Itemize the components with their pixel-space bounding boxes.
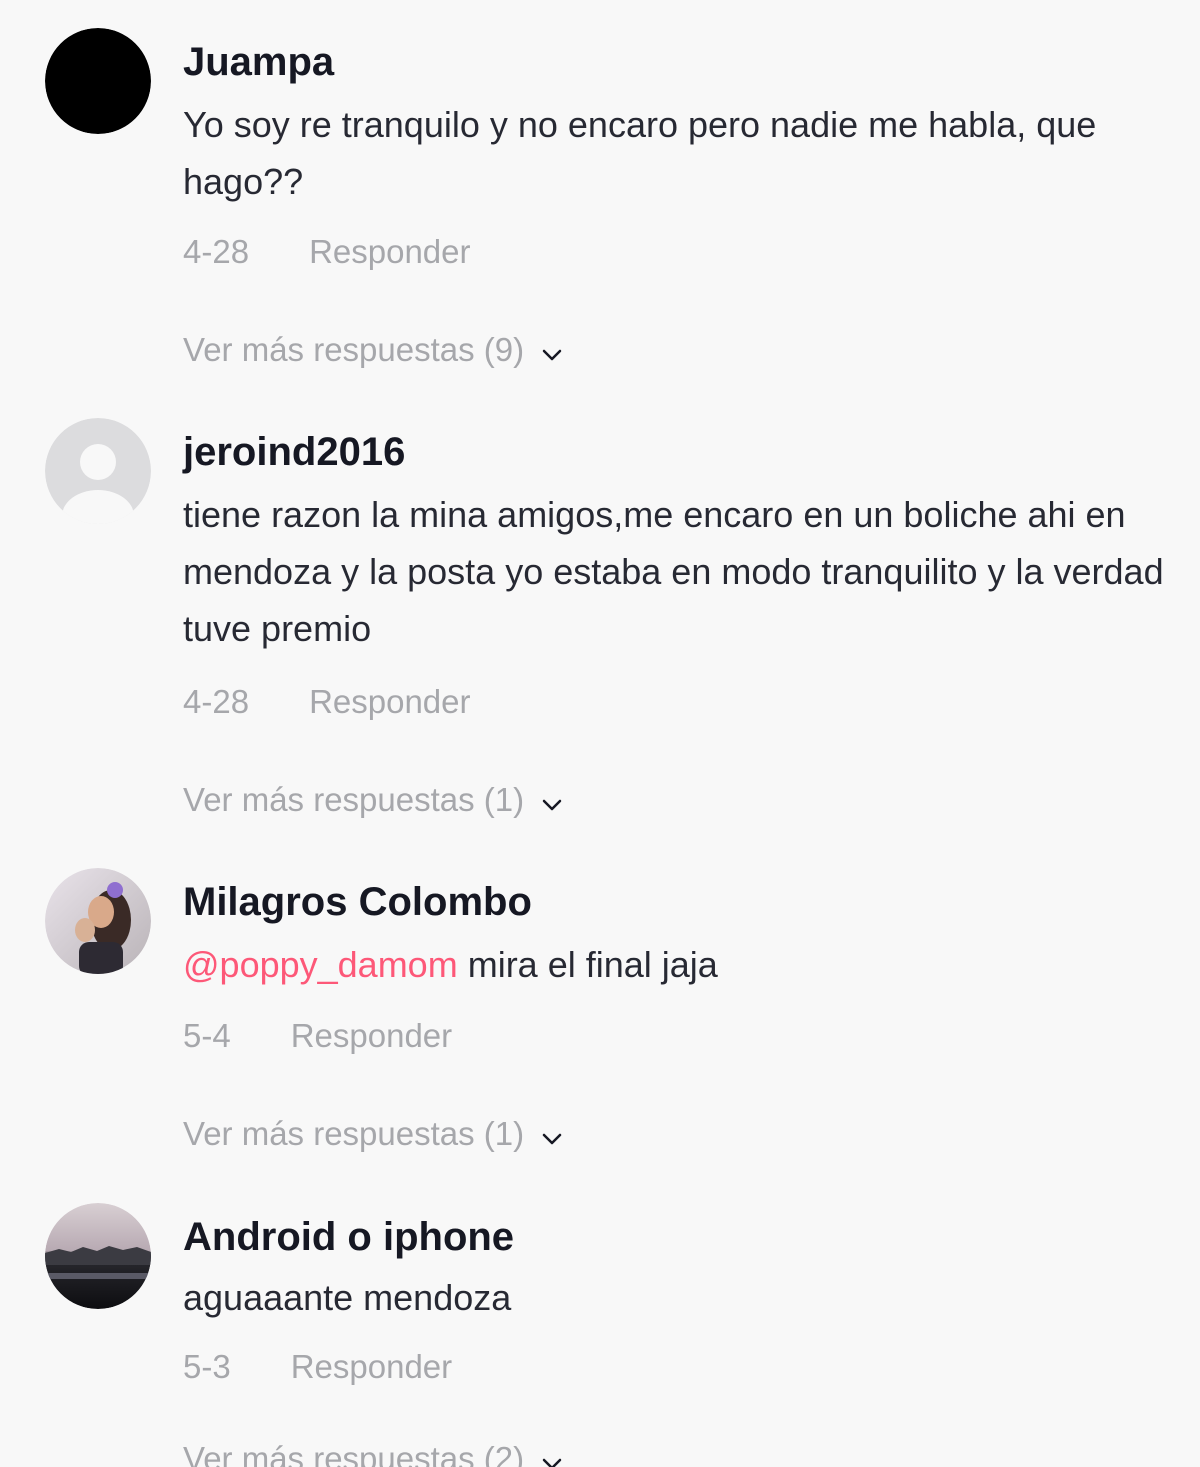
reply-button[interactable]: Responder bbox=[309, 232, 470, 272]
comment-date: 4-28 bbox=[183, 233, 250, 270]
comment-list: Juampa Yo soy re tranquilo y no encaro p… bbox=[0, 0, 1200, 1467]
avatar-black-image bbox=[45, 28, 151, 134]
comment-text: tiene razon la mina amigos,me encaro en … bbox=[183, 494, 1164, 649]
comment-username[interactable]: jeroind2016 bbox=[183, 428, 405, 476]
view-more-replies-label: Ver más respuestas (9) bbox=[183, 331, 525, 368]
chevron-down-icon bbox=[540, 782, 564, 822]
mention-link[interactable]: @poppy_damom bbox=[183, 944, 458, 985]
comment-meta: 4-28 Responder bbox=[183, 682, 471, 722]
comment-meta: 4-28 Responder bbox=[183, 232, 471, 272]
comment-text: @poppy_damom mira el final jaja bbox=[183, 936, 1173, 993]
default-user-icon bbox=[45, 418, 151, 524]
chevron-down-icon bbox=[540, 332, 564, 372]
comment-text-content: mira el final jaja bbox=[457, 944, 718, 985]
view-more-replies-button[interactable]: Ver más respuestas (1) bbox=[183, 780, 564, 822]
avatar[interactable] bbox=[45, 418, 151, 524]
view-more-replies-label: Ver más respuestas (1) bbox=[183, 1115, 525, 1152]
avatar-photo-image bbox=[45, 868, 151, 974]
comment-username[interactable]: Android o iphone bbox=[183, 1213, 514, 1261]
comment-username[interactable]: Juampa bbox=[183, 38, 334, 86]
comment-date: 5-4 bbox=[183, 1017, 231, 1054]
view-more-replies-label: Ver más respuestas (1) bbox=[183, 781, 525, 818]
avatar-photo-image bbox=[45, 1203, 151, 1309]
comment-date: 5-3 bbox=[183, 1348, 231, 1385]
comment-text: aguaaante mendoza bbox=[183, 1277, 512, 1318]
comment-item: Milagros Colombo @poppy_damom mira el fi… bbox=[0, 840, 1200, 1175]
comment-meta: 5-3 Responder bbox=[183, 1347, 452, 1387]
reply-button[interactable]: Responder bbox=[291, 1016, 452, 1056]
avatar[interactable] bbox=[45, 868, 151, 974]
view-more-replies-button[interactable]: Ver más respuestas (9) bbox=[183, 330, 564, 372]
view-more-replies-button[interactable]: Ver más respuestas (1) bbox=[183, 1114, 564, 1156]
comment-meta: 5-4 Responder bbox=[183, 1016, 452, 1056]
comment-item: jeroind2016 tiene razon la mina amigos,m… bbox=[0, 390, 1200, 840]
avatar[interactable] bbox=[45, 28, 151, 134]
comment-item: Android o iphone aguaaante mendoza 5-3 Re… bbox=[0, 1175, 1200, 1467]
comment-date: 4-28 bbox=[183, 683, 250, 720]
reply-button[interactable]: Responder bbox=[309, 682, 470, 722]
comment-text: Yo soy re tranquilo y no encaro pero nad… bbox=[183, 104, 1097, 202]
comment-item: Juampa Yo soy re tranquilo y no encaro p… bbox=[0, 0, 1200, 390]
avatar[interactable] bbox=[45, 1203, 151, 1309]
view-more-replies-label: Ver más respuestas (2) bbox=[183, 1440, 525, 1467]
view-more-replies-button[interactable]: Ver más respuestas (2) bbox=[183, 1439, 564, 1467]
chevron-down-icon bbox=[540, 1441, 564, 1467]
comment-username[interactable]: Milagros Colombo bbox=[183, 878, 532, 926]
chevron-down-icon bbox=[540, 1116, 564, 1156]
reply-button[interactable]: Responder bbox=[291, 1347, 452, 1387]
